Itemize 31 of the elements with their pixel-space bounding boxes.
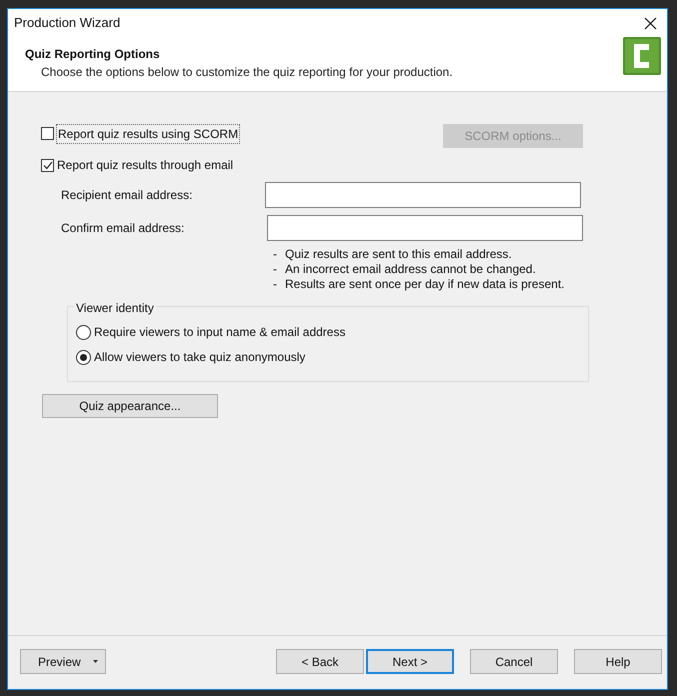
wizard-button[interactable]: Next > <box>366 649 454 674</box>
page-title: Quiz Reporting Options <box>25 46 161 63</box>
wizard-button[interactable]: Cancel <box>470 649 558 674</box>
bullet: - <box>273 247 277 262</box>
note-text: Quiz results are sent to this email address. <box>285 247 512 262</box>
wizard-button[interactable]: Help <box>574 649 662 674</box>
bullet: - <box>273 262 277 277</box>
close-icon[interactable] <box>644 16 657 30</box>
field-label: Confirm email address: <box>61 220 184 237</box>
checkbox-label: Report quiz results through email <box>57 157 234 174</box>
radio-button[interactable] <box>76 350 91 364</box>
app-logo-icon <box>623 37 661 75</box>
email-input-field[interactable] <box>267 215 583 241</box>
quiz-appearance-button[interactable]: Quiz appearance... <box>42 394 218 418</box>
page-subtitle: Choose the options below to customize the quiz reporting for your production. <box>40 64 453 81</box>
dropdown-caret-icon <box>92 660 98 663</box>
checkbox[interactable] <box>41 158 54 172</box>
checkbox[interactable] <box>41 127 54 140</box>
wizard-button[interactable]: < Back <box>276 649 364 674</box>
note-text: Results are sent once per day if new data is present. <box>285 277 564 292</box>
window-title: Production Wizard <box>14 14 120 32</box>
radio-button[interactable] <box>76 324 91 340</box>
preview-button[interactable]: Preview <box>20 649 106 674</box>
note-text: An incorrect email address cannot be changed. <box>285 262 536 277</box>
email-input-field[interactable] <box>265 182 581 208</box>
checkmark-icon <box>42 160 52 170</box>
radio-label: Allow viewers to take quiz anonymously <box>94 349 306 366</box>
field-label: Recipient email address: <box>61 187 192 204</box>
checkbox-label: Report quiz results using SCORM <box>56 124 240 144</box>
bullet: - <box>273 277 277 292</box>
radio-label: Require viewers to input name & email address <box>94 324 346 341</box>
